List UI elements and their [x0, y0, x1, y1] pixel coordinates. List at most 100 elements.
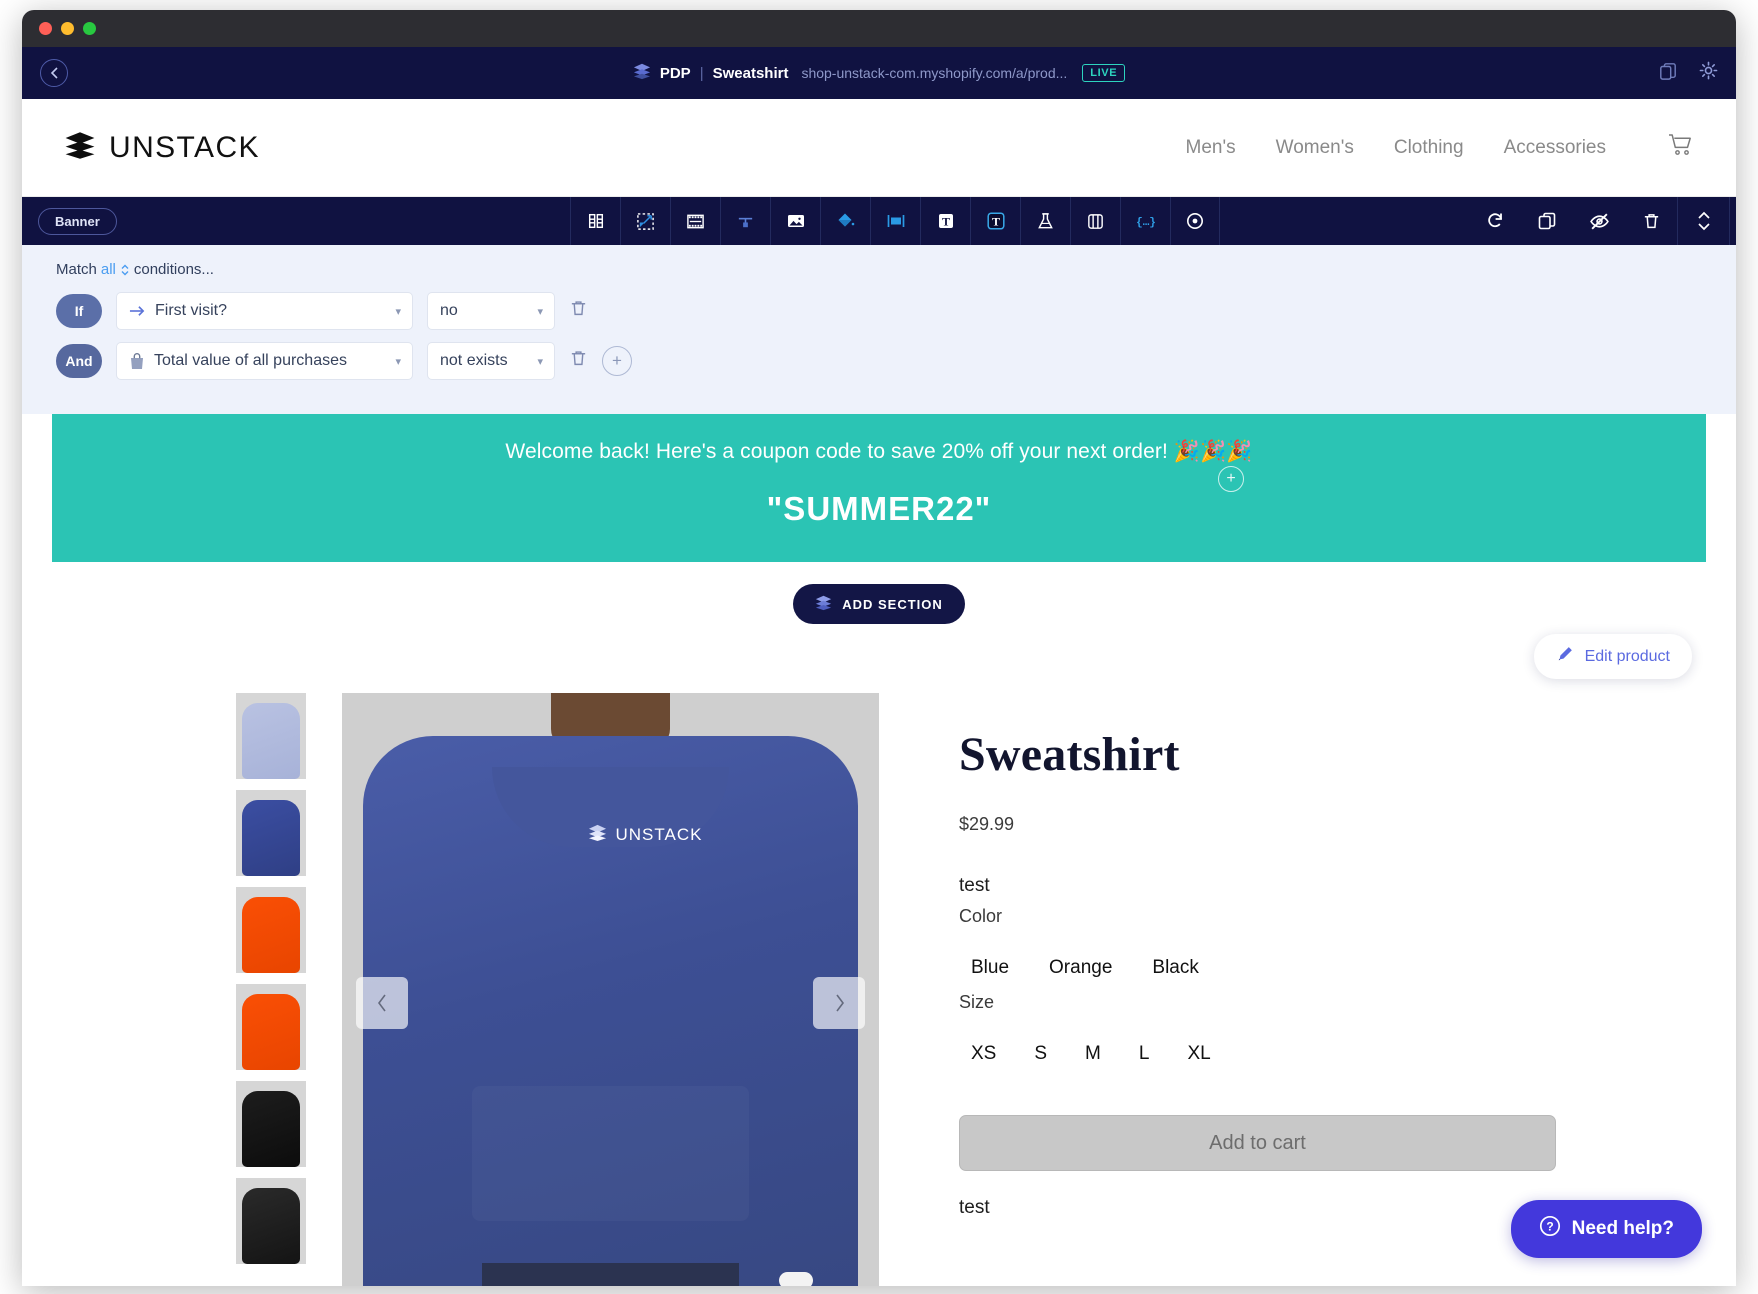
nav-link-womens[interactable]: Women's [1276, 137, 1354, 159]
thumb-lightblue-front[interactable] [236, 693, 306, 779]
columns-icon[interactable] [570, 197, 620, 245]
maximize-button[interactable] [83, 22, 96, 35]
trash-icon[interactable] [569, 299, 588, 323]
condition-connector-and[interactable]: And [56, 344, 102, 378]
svg-text:?: ? [1546, 1220, 1553, 1234]
thumb-black-back[interactable] [236, 1178, 306, 1264]
condition-field-label-1: First visit? [155, 302, 227, 319]
window-titlebar [22, 10, 1736, 47]
svg-text:T: T [991, 215, 999, 229]
product-image-logo-text: UNSTACK [615, 825, 703, 845]
storefront-nav: UNSTACK Men's Women's Clothing Accessori… [22, 99, 1736, 197]
shopping-bag-icon [129, 352, 145, 370]
size-option-xl[interactable]: XL [1175, 1039, 1222, 1069]
condition-operator-label-1: no [440, 302, 458, 319]
text-light-icon[interactable]: T [920, 197, 970, 245]
color-option-label: Color [959, 906, 1003, 926]
product-description-top: test [959, 875, 990, 896]
brand-tag [779, 1271, 814, 1286]
condition-row-1: If First visit? ▾ no ▾ [56, 292, 1736, 330]
layout-icon[interactable] [870, 197, 920, 245]
promo-headline: Welcome back! Here's a coupon code to sa… [505, 440, 1253, 463]
chevron-down-icon: ▾ [537, 355, 543, 368]
size-option-row: XS S M L XL [959, 1039, 1556, 1069]
unstack-stack-icon [815, 594, 832, 614]
refresh-icon[interactable] [1469, 197, 1521, 245]
move-icon[interactable] [1678, 197, 1730, 245]
size-option-m[interactable]: M [1073, 1039, 1113, 1069]
product-main-image[interactable]: UNSTACK [342, 693, 879, 1286]
background-fill-icon[interactable] [820, 197, 870, 245]
size-option-xs[interactable]: XS [959, 1039, 1008, 1069]
video-icon[interactable] [670, 197, 720, 245]
condition-field-label-2: Total value of all purchases [154, 352, 347, 369]
trash-icon[interactable] [569, 349, 588, 373]
duplicate-icon[interactable] [1521, 197, 1573, 245]
chevron-updown-icon[interactable] [120, 263, 130, 277]
thumb-orange-front[interactable] [236, 887, 306, 973]
editor-title-group: PDP | Sweatshirt shop-unstack-com.myshop… [22, 62, 1736, 84]
editor-titlebar: PDP | Sweatshirt shop-unstack-com.myshop… [22, 47, 1736, 99]
delete-icon[interactable] [1625, 197, 1677, 245]
arrow-right-icon [129, 304, 146, 318]
page-name-label: Sweatshirt [712, 64, 789, 82]
add-condition-button[interactable]: + [602, 346, 632, 376]
section-toolbar: Banner T T {…} [22, 197, 1736, 245]
promo-code: "SUMMER22" [766, 490, 992, 527]
need-help-button[interactable]: ? Need help? [1510, 1200, 1702, 1258]
condition-field-select-1[interactable]: First visit? ▾ [116, 292, 413, 330]
thumb-orange-back[interactable] [236, 984, 306, 1070]
color-option-orange[interactable]: Orange [1037, 953, 1124, 983]
nav-link-clothing[interactable]: Clothing [1394, 137, 1464, 159]
product-title: Sweatshirt [959, 728, 1180, 781]
shopping-cart-icon[interactable] [1668, 133, 1694, 162]
select-area-icon[interactable] [620, 197, 670, 245]
add-to-cart-button[interactable]: Add to cart [959, 1115, 1556, 1171]
hoodie-body [363, 736, 858, 1286]
promo-banner-section[interactable]: Welcome back! Here's a coupon code to sa… [52, 414, 1706, 562]
condition-operator-select-2[interactable]: not exists ▾ [427, 342, 555, 380]
gear-icon[interactable] [1699, 61, 1718, 85]
color-option-blue[interactable]: Blue [959, 953, 1021, 983]
text-dark-icon[interactable]: T [970, 197, 1020, 245]
thumb-blue-back[interactable] [236, 790, 306, 876]
section-label-banner[interactable]: Banner [38, 207, 117, 235]
model-jeans [481, 1263, 740, 1286]
close-button[interactable] [39, 22, 52, 35]
color-option-black[interactable]: Black [1140, 953, 1210, 983]
experiment-icon[interactable] [1020, 197, 1070, 245]
minimize-button[interactable] [61, 22, 74, 35]
nav-link-mens[interactable]: Men's [1186, 137, 1236, 159]
site-logo[interactable]: UNSTACK [64, 129, 260, 166]
condition-row-2: And Total value of all purchases ▾ not e… [56, 342, 1736, 380]
match-row: Match all conditions... [56, 261, 1736, 278]
banner-add-block-button[interactable]: + [1218, 466, 1244, 492]
add-section-button[interactable]: ADD SECTION [793, 584, 965, 624]
edit-product-button[interactable]: Edit product [1533, 634, 1692, 679]
duplicate-icon[interactable] [1659, 62, 1677, 85]
image-prev-button[interactable] [356, 977, 408, 1029]
page-url-label[interactable]: shop-unstack-com.myshopify.com/a/prod... [801, 65, 1067, 81]
product-image-logo: UNSTACK [588, 823, 703, 847]
match-suffix-label: conditions... [133, 261, 214, 278]
match-prefix-label: Match [56, 261, 97, 278]
svg-text:{…}: {…} [1136, 217, 1156, 229]
edit-product-label: Edit product [1584, 647, 1670, 665]
hide-icon[interactable] [1573, 197, 1625, 245]
size-option-s[interactable]: S [1022, 1039, 1059, 1069]
image-icon[interactable] [770, 197, 820, 245]
match-value-select[interactable]: all [101, 261, 116, 278]
back-button[interactable] [40, 59, 68, 87]
image-next-button[interactable] [813, 977, 865, 1029]
section-tool-group: T T {…} [570, 197, 1220, 245]
nav-link-accessories[interactable]: Accessories [1504, 137, 1606, 159]
personalize-icon[interactable] [1070, 197, 1120, 245]
divider-icon[interactable] [720, 197, 770, 245]
condition-operator-select-1[interactable]: no ▾ [427, 292, 555, 330]
code-icon[interactable]: {…} [1120, 197, 1170, 245]
thumb-black-front[interactable] [236, 1081, 306, 1167]
need-help-label: Need help? [1571, 1218, 1674, 1239]
target-icon[interactable] [1170, 197, 1220, 245]
size-option-l[interactable]: L [1127, 1039, 1162, 1069]
condition-field-select-2[interactable]: Total value of all purchases ▾ [116, 342, 413, 380]
